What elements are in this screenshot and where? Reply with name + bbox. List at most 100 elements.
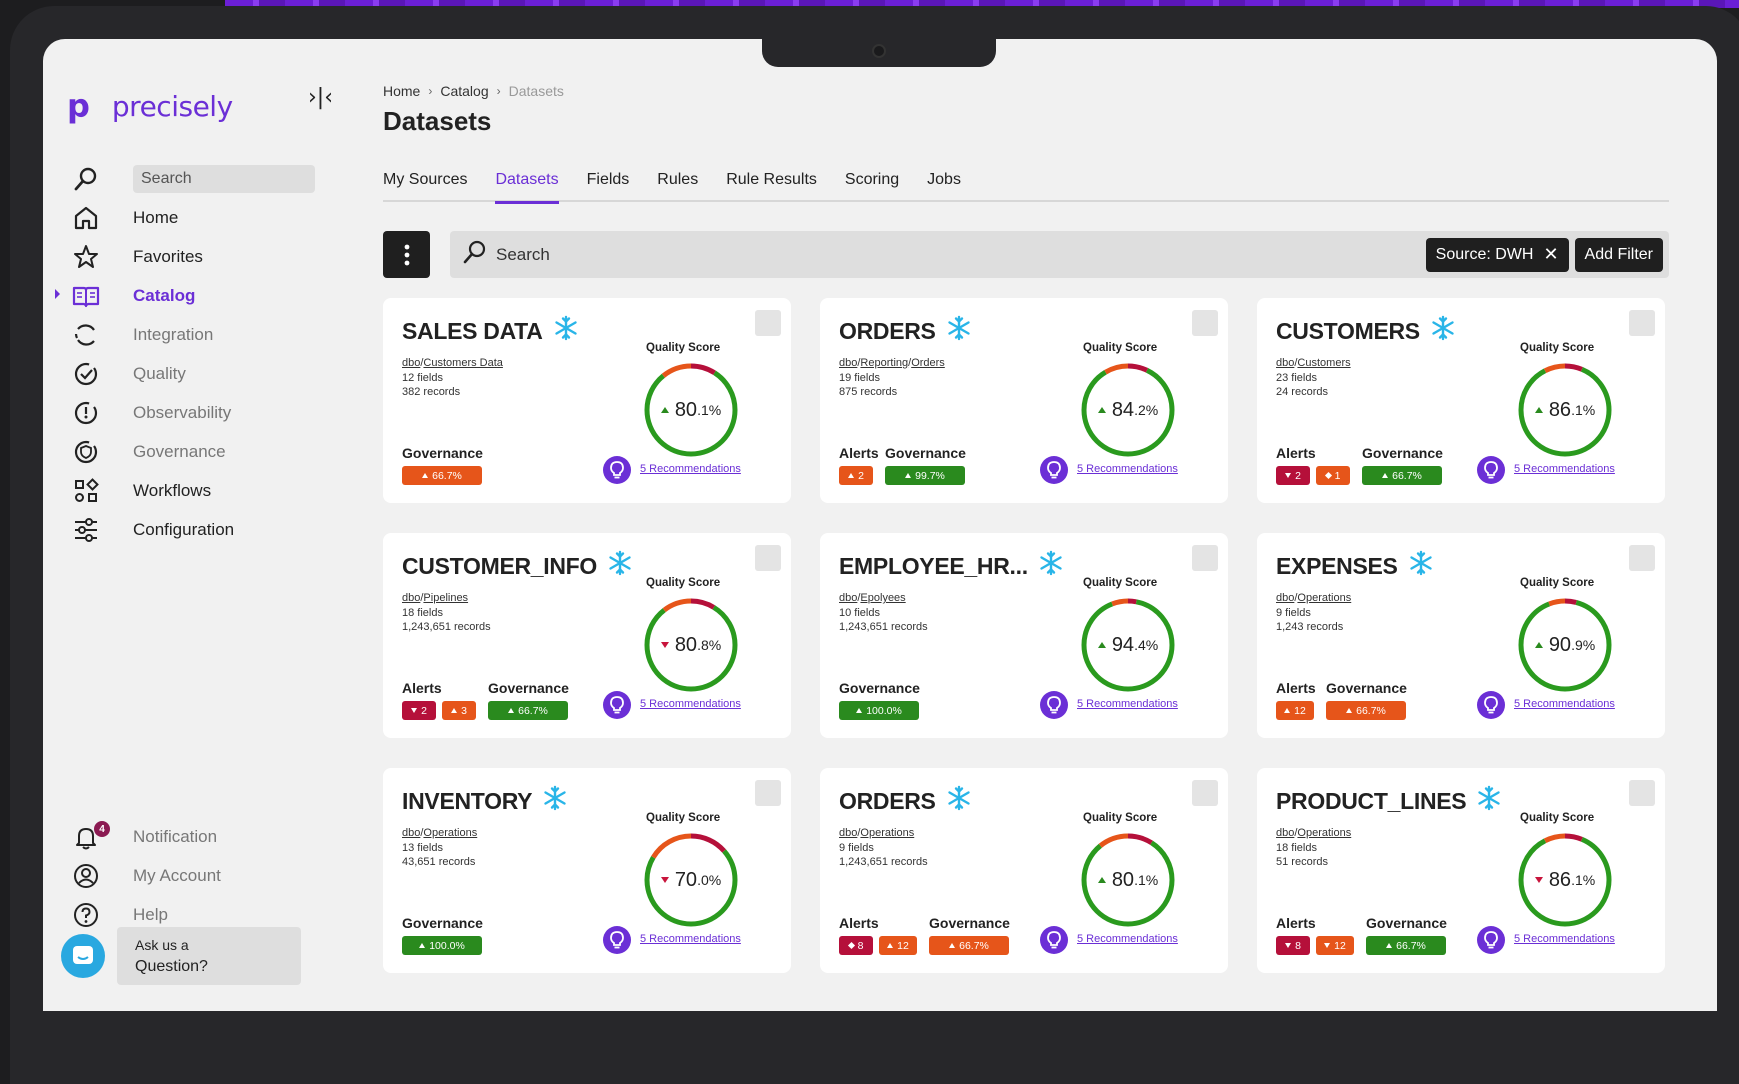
recommendations-link[interactable]: 5 Recommendations [640, 698, 741, 710]
sidebar-item-favorites[interactable]: Favorites [63, 237, 353, 277]
governance-pill[interactable]: 100.0% [402, 936, 482, 955]
alert-pill[interactable]: 8 [1276, 936, 1310, 955]
dataset-title[interactable]: EMPLOYEE_HR... [839, 550, 1064, 582]
governance-pill[interactable]: 66.7% [488, 701, 568, 720]
sidebar-item-home[interactable]: Home [63, 198, 353, 238]
sidebar-search-input[interactable] [133, 165, 315, 193]
path-schema[interactable]: dbo [839, 827, 857, 839]
select-checkbox[interactable] [1192, 310, 1218, 336]
governance-pill[interactable]: 66.7% [929, 936, 1009, 955]
dataset-title[interactable]: INVENTORY [402, 785, 568, 817]
dataset-title[interactable]: PRODUCT_LINES [1276, 785, 1502, 817]
dataset-card[interactable]: SALES DATA dbo/Customers Data 12 fields 382… [383, 298, 791, 503]
path-table[interactable]: Operations [1297, 827, 1351, 839]
lightbulb-icon[interactable] [603, 926, 631, 954]
tab-rules[interactable]: Rules [657, 169, 698, 202]
recommendations-link[interactable]: 5 Recommendations [640, 463, 741, 475]
dataset-card[interactable]: ORDERS dbo/Reporting/Orders 19 fields 875 r… [820, 298, 1228, 503]
select-checkbox[interactable] [755, 545, 781, 571]
ask-question-widget[interactable]: Ask us a Question? [61, 927, 301, 985]
path-schema[interactable]: dbo [1276, 357, 1294, 369]
select-checkbox[interactable] [1192, 545, 1218, 571]
path-schema[interactable]: dbo [402, 357, 420, 369]
dataset-card[interactable]: EXPENSES dbo/Operations 9 fields 1,243 reco… [1257, 533, 1665, 738]
recommendations-link[interactable]: 5 Recommendations [1514, 933, 1615, 945]
dataset-title[interactable]: CUSTOMERS [1276, 315, 1456, 347]
tab-my-sources[interactable]: My Sources [383, 169, 467, 202]
sidebar-item-integration[interactable]: Integration [63, 315, 353, 355]
alert-pill[interactable]: 12 [1316, 936, 1354, 955]
ask-question-button[interactable]: Ask us a Question? [117, 927, 301, 985]
path-table[interactable]: Pipelines [423, 592, 468, 604]
recommendations-link[interactable]: 5 Recommendations [1514, 463, 1615, 475]
alert-pill[interactable]: 2 [839, 466, 873, 485]
tab-rule-results[interactable]: Rule Results [726, 169, 817, 202]
recommendations-link[interactable]: 5 Recommendations [1514, 698, 1615, 710]
select-checkbox[interactable] [1629, 780, 1655, 806]
path-schema[interactable]: dbo [839, 357, 857, 369]
path-table[interactable]: Customers Data [423, 357, 502, 369]
path-table[interactable]: Customers [1297, 357, 1350, 369]
recommendations-link[interactable]: 5 Recommendations [640, 933, 741, 945]
more-options-button[interactable] [383, 231, 430, 278]
sidebar-item-notification[interactable]: 4 Notification [63, 817, 353, 857]
brand-logo[interactable]: p precisely [67, 87, 233, 125]
sidebar-item-configuration[interactable]: Configuration [63, 510, 353, 550]
path-schema[interactable]: dbo [402, 592, 420, 604]
dataset-title[interactable]: SALES DATA [402, 315, 579, 347]
path-table[interactable]: Epolyees [860, 592, 905, 604]
dataset-title[interactable]: ORDERS [839, 785, 972, 817]
dataset-card[interactable]: CUSTOMERS dbo/Customers 23 fields 24 record… [1257, 298, 1665, 503]
dataset-card[interactable]: CUSTOMER_INFO dbo/Pipelines 18 fields 1,243… [383, 533, 791, 738]
governance-pill[interactable]: 66.7% [1326, 701, 1406, 720]
alert-pill[interactable]: 1 [1316, 466, 1350, 485]
sidebar-item-governance[interactable]: Governance [63, 432, 353, 472]
collapse-sidebar-icon[interactable]: ›|‹ [308, 85, 333, 110]
dataset-title[interactable]: EXPENSES [1276, 550, 1434, 582]
path-subtable[interactable]: Orders [911, 357, 945, 369]
select-checkbox[interactable] [1629, 545, 1655, 571]
governance-pill[interactable]: 100.0% [839, 701, 919, 720]
select-checkbox[interactable] [755, 780, 781, 806]
lightbulb-icon[interactable] [1477, 926, 1505, 954]
breadcrumb-catalog[interactable]: Catalog [440, 83, 488, 99]
sidebar-item-catalog[interactable]: Catalog [55, 276, 353, 316]
chat-icon[interactable] [61, 934, 105, 978]
alert-pill[interactable]: 2 [402, 701, 436, 720]
tab-fields[interactable]: Fields [587, 169, 630, 202]
add-filter-button[interactable]: Add Filter [1574, 237, 1663, 272]
dataset-title[interactable]: ORDERS [839, 315, 972, 347]
path-schema[interactable]: dbo [402, 827, 420, 839]
search-icon[interactable] [71, 164, 101, 194]
dataset-card[interactable]: EMPLOYEE_HR... dbo/Epolyees 10 fields 1,243… [820, 533, 1228, 738]
path-table[interactable]: Operations [423, 827, 477, 839]
alert-pill[interactable]: 3 [442, 701, 476, 720]
tab-scoring[interactable]: Scoring [845, 169, 899, 202]
dataset-title[interactable]: CUSTOMER_INFO [402, 550, 633, 582]
lightbulb-icon[interactable] [1040, 456, 1068, 484]
lightbulb-icon[interactable] [1477, 691, 1505, 719]
recommendations-link[interactable]: 5 Recommendations [1077, 463, 1178, 475]
alert-pill[interactable]: 12 [1276, 701, 1314, 720]
sidebar-item-my-account[interactable]: My Account [63, 856, 353, 896]
sidebar-item-quality[interactable]: Quality [63, 354, 353, 394]
path-table[interactable]: Reporting [860, 357, 908, 369]
select-checkbox[interactable] [1192, 780, 1218, 806]
recommendations-link[interactable]: 5 Recommendations [1077, 933, 1178, 945]
select-checkbox[interactable] [755, 310, 781, 336]
dataset-card[interactable]: PRODUCT_LINES dbo/Operations 18 fields 51 r… [1257, 768, 1665, 973]
lightbulb-icon[interactable] [1040, 691, 1068, 719]
alert-pill[interactable]: 2 [1276, 466, 1310, 485]
select-checkbox[interactable] [1629, 310, 1655, 336]
governance-pill[interactable]: 66.7% [1362, 466, 1442, 485]
alert-pill[interactable]: 8 [839, 936, 873, 955]
lightbulb-icon[interactable] [603, 456, 631, 484]
dataset-card[interactable]: INVENTORY dbo/Operations 13 fields 43,651 r… [383, 768, 791, 973]
filter-chip-source[interactable]: Source: DWH ✕ [1425, 237, 1569, 272]
sidebar-item-observability[interactable]: Observability [63, 393, 353, 433]
governance-pill[interactable]: 66.7% [1366, 936, 1446, 955]
governance-pill[interactable]: 66.7% [402, 466, 482, 485]
sidebar-item-workflows[interactable]: Workflows [63, 471, 353, 511]
tab-jobs[interactable]: Jobs [927, 169, 961, 202]
governance-pill[interactable]: 99.7% [885, 466, 965, 485]
